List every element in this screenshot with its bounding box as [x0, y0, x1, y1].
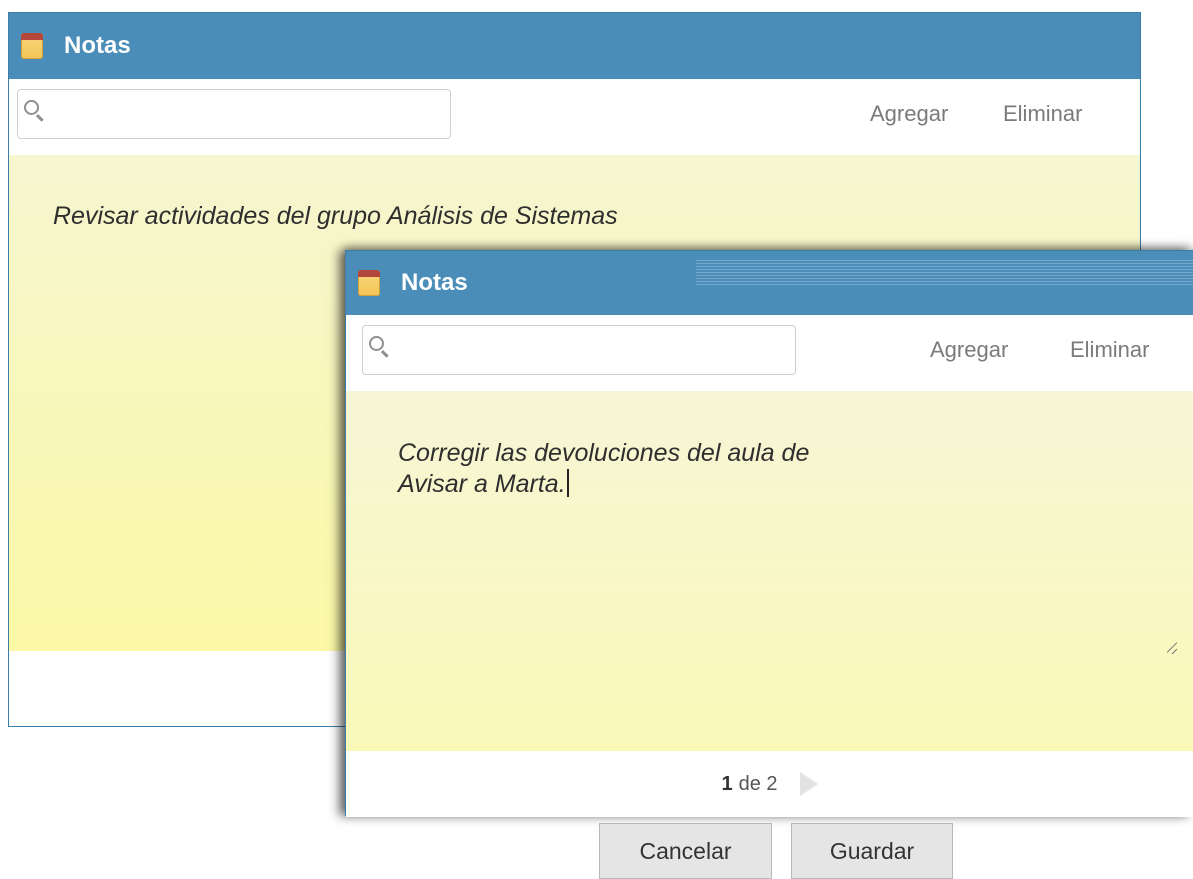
toolbar: Agregar Eliminar [346, 315, 1193, 391]
note-line: Corregir las devoluciones del aula de [398, 439, 810, 467]
delete-button[interactable]: Eliminar [1003, 101, 1082, 127]
pagination: 1 de 2 [346, 751, 1193, 817]
page-current: 1 [721, 772, 733, 795]
title-bar[interactable]: Notas [9, 13, 1140, 79]
window-title: Notas [64, 32, 131, 59]
delete-button[interactable]: Eliminar [1070, 337, 1149, 363]
notes-window-front: Notas Agregar Eliminar Corregir las devo… [345, 250, 1193, 879]
search-icon [369, 336, 384, 351]
drag-handle[interactable] [696, 259, 1193, 285]
note-text: Revisar actividades del grupo Análisis d… [53, 202, 618, 230]
page-separator: de [738, 772, 761, 795]
page-total: 2 [766, 772, 778, 795]
next-page-icon[interactable] [799, 772, 818, 796]
note-icon [21, 33, 43, 59]
window-title: Notas [401, 269, 468, 296]
resize-grip-icon[interactable] [1165, 641, 1179, 655]
note-editor[interactable]: Corregir las devoluciones del aula de Av… [346, 391, 1193, 879]
toolbar: Agregar Eliminar [9, 79, 1140, 155]
note-text[interactable]: Corregir las devoluciones del aula de Av… [398, 438, 809, 500]
save-button[interactable]: Guardar [791, 823, 953, 879]
search-input[interactable] [362, 325, 796, 375]
title-bar[interactable]: Notas [346, 251, 1193, 315]
text-caret [566, 469, 569, 497]
search-icon [24, 100, 39, 115]
note-icon [358, 270, 380, 296]
note-line: Avisar a Marta. [398, 470, 566, 498]
add-button[interactable]: Agregar [930, 337, 1008, 363]
add-button[interactable]: Agregar [870, 101, 948, 127]
search-input[interactable] [17, 89, 451, 139]
cancel-button[interactable]: Cancelar [599, 823, 772, 879]
